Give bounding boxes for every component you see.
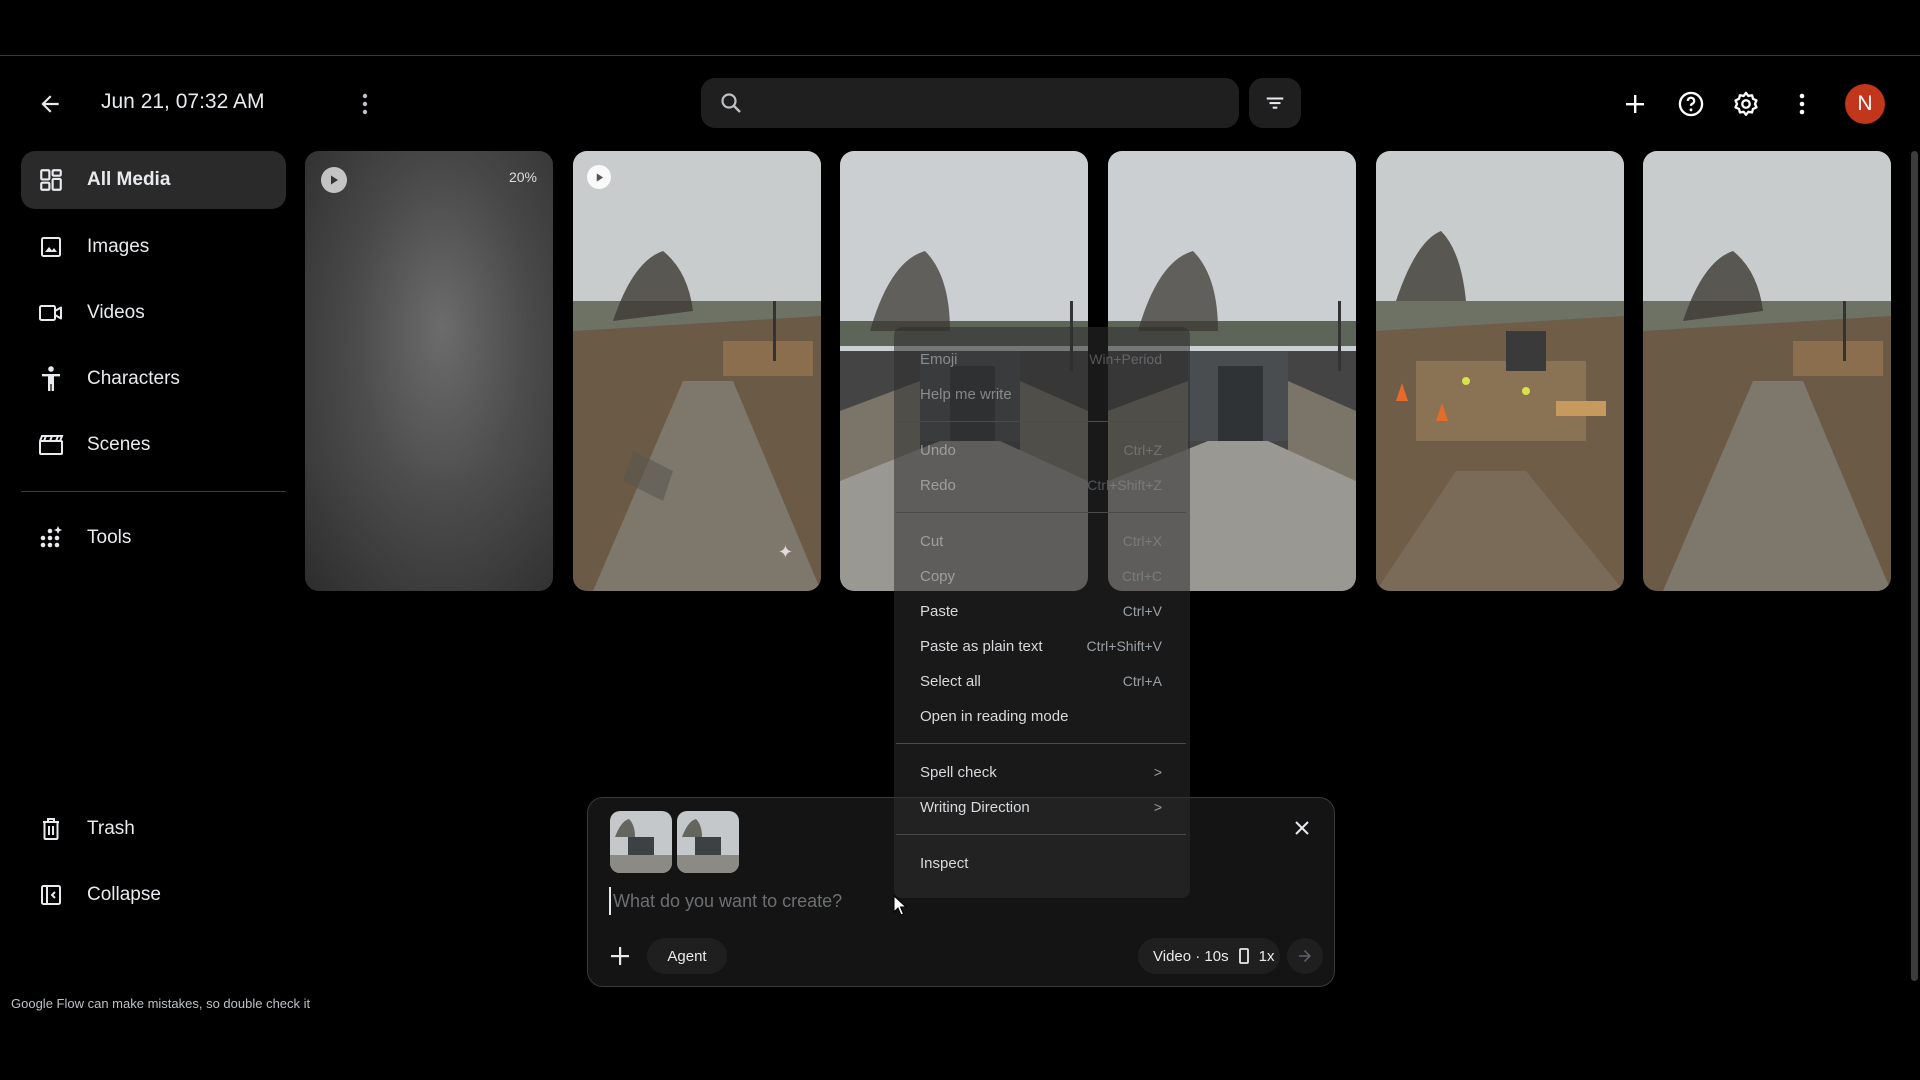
sidebar-item-label: Videos (87, 302, 145, 323)
search-bar[interactable] (701, 78, 1239, 130)
play-icon (321, 167, 347, 193)
plus-icon (611, 947, 629, 965)
menu-item-writing-direction[interactable]: Writing Direction > (894, 792, 1190, 822)
media-tile-video[interactable]: ✦ (573, 151, 821, 591)
construction-thumbnail (573, 151, 821, 591)
sidebar-item-collapse[interactable]: Collapse (21, 866, 286, 924)
mouse-cursor-icon (893, 895, 907, 916)
help-button[interactable] (1671, 84, 1711, 124)
person-icon (37, 365, 65, 393)
menu-item-undo[interactable]: Undo Ctrl+Z (894, 435, 1190, 465)
sidebar-divider (21, 491, 286, 492)
chevron-right-icon: > (1153, 799, 1162, 815)
gear-icon (1734, 91, 1758, 117)
sidebar-item-all-media[interactable]: All Media (21, 151, 286, 209)
close-composer-button[interactable] (1288, 814, 1316, 842)
scrollbar[interactable] (1911, 151, 1918, 981)
disclaimer-text: Google Flow can make mistakes, so double… (11, 996, 311, 1011)
trash-icon (37, 815, 65, 843)
more-vertical-icon (362, 93, 368, 115)
video-icon (37, 299, 65, 327)
media-tile-image[interactable] (1376, 151, 1624, 591)
construction-workers-thumbnail (1376, 151, 1624, 591)
blurred-preview (305, 151, 553, 591)
chevron-right-icon: > (1153, 764, 1162, 780)
back-button[interactable] (30, 84, 70, 124)
menu-item-cut[interactable]: Cut Ctrl+X (894, 526, 1190, 556)
mode-duration-label: Video · 10s (1153, 947, 1229, 965)
aspect-ratio-icon (1238, 948, 1249, 964)
sparkle-icon: ✦ (777, 542, 793, 562)
sidebar-item-label: Trash (87, 818, 135, 839)
send-button[interactable] (1287, 938, 1323, 974)
plus-icon (1626, 95, 1644, 113)
play-icon (587, 165, 611, 189)
help-icon (1678, 91, 1704, 117)
sidebar-item-images[interactable]: Images (21, 218, 286, 276)
more-vertical-icon (1799, 93, 1805, 115)
attached-image-thumbnail[interactable] (677, 811, 739, 873)
sidebar-item-characters[interactable]: Characters (21, 350, 286, 408)
more-options-button[interactable] (1782, 84, 1822, 124)
menu-item-reading-mode[interactable]: Open in reading mode (894, 701, 1190, 731)
menu-item-inspect[interactable]: Inspect (894, 848, 1190, 878)
filter-button[interactable] (1249, 78, 1301, 128)
media-tile-image[interactable] (1643, 151, 1891, 591)
arrow-left-icon (41, 95, 59, 113)
menu-separator (896, 834, 1186, 835)
clapperboard-icon (37, 431, 65, 459)
menu-separator (896, 421, 1186, 422)
menu-item-spell-check[interactable]: Spell check > (894, 757, 1190, 787)
menu-item-select-all[interactable]: Select all Ctrl+A (894, 666, 1190, 696)
page-title: Jun 21, 07:32 AM (101, 90, 265, 113)
menu-item-copy[interactable]: Copy Ctrl+C (894, 561, 1190, 591)
agent-button[interactable]: Agent (647, 938, 727, 974)
new-project-button[interactable] (1615, 84, 1655, 124)
sidebar-item-scenes[interactable]: Scenes (21, 416, 286, 474)
generation-settings-button[interactable]: Video · 10s 1x (1138, 938, 1280, 974)
search-icon (721, 93, 741, 113)
menu-item-redo[interactable]: Redo Ctrl+Shift+Z (894, 470, 1190, 500)
sidebar-item-trash[interactable]: Trash (21, 800, 286, 858)
settings-button[interactable] (1726, 84, 1766, 124)
arrow-right-icon (1299, 950, 1311, 962)
tools-sparkle-icon (37, 524, 65, 552)
menu-item-paste[interactable]: Paste Ctrl+V (894, 596, 1190, 626)
close-icon (1295, 821, 1309, 835)
sidebar-item-label: Tools (87, 527, 132, 548)
sidebar-item-tools[interactable]: Tools (21, 509, 286, 567)
sidebar-item-label: Images (87, 236, 150, 257)
media-tile-generating[interactable]: 20% (305, 151, 553, 591)
menu-item-help-me-write[interactable]: Help me write (894, 379, 1190, 409)
menu-separator (896, 743, 1186, 744)
title-more-button[interactable] (348, 84, 382, 124)
menu-item-paste-plain-text[interactable]: Paste as plain text Ctrl+Shift+V (894, 631, 1190, 661)
grid-icon (37, 166, 65, 194)
attached-image-thumbnail[interactable] (610, 811, 672, 873)
collapse-icon (37, 881, 65, 909)
menu-separator (896, 512, 1186, 513)
search-input[interactable] (757, 78, 1231, 130)
context-menu: Emoji Win+Period Help me write Undo Ctrl+Z… (894, 327, 1190, 898)
construction-thumbnail (1643, 151, 1891, 591)
sidebar-item-label: Characters (87, 368, 180, 389)
output-count-label: 1x (1258, 947, 1275, 965)
sidebar-item-label: All Media (87, 169, 171, 190)
top-divider (0, 55, 1920, 56)
sidebar-item-label: Scenes (87, 434, 151, 455)
generation-progress: 20% (508, 169, 537, 185)
sidebar-item-videos[interactable]: Videos (21, 284, 286, 342)
sidebar-item-label: Collapse (87, 884, 161, 905)
avatar[interactable]: N (1845, 84, 1885, 124)
filter-icon (1266, 97, 1284, 109)
menu-item-emoji[interactable]: Emoji Win+Period (894, 344, 1190, 374)
add-attachment-button[interactable] (602, 938, 638, 974)
image-icon (37, 233, 65, 261)
